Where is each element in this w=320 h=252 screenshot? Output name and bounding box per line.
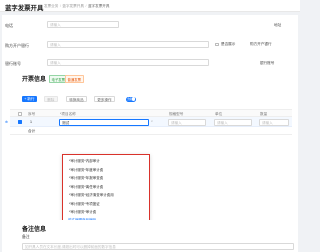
right-account-label: 银行账号 (260, 61, 275, 65)
page-title: 蓝字发票开具 (5, 5, 44, 12)
phone-input[interactable]: 请输入 (47, 21, 119, 28)
bank-account-label: 银行账号 (5, 61, 21, 66)
item-name-input[interactable]: 测试 (59, 118, 149, 126)
breadcrumb: 发票业务 / 蓝字发票开具 / 蓝字发票开具 (44, 4, 110, 9)
remark-card: 备注信息 备注 如开具人员在文本长度,请超出时可以删掉前面的数字信息 (2, 220, 298, 252)
tag-ordinary: 普通发票 (65, 75, 84, 84)
spec-input[interactable]: 请输入 (168, 118, 206, 126)
toggle-knob (131, 97, 136, 102)
dropdown-option[interactable]: *审计服务*年报审查费 (69, 176, 103, 181)
bank-account-input[interactable]: 请输入 (47, 59, 209, 66)
add-row-button[interactable]: + 新行 (22, 96, 37, 103)
qty-input[interactable]: 请输入 (259, 118, 289, 126)
more-actions-button[interactable]: 更多操作 (94, 96, 115, 103)
table-header: 序号 *项目名称 规格型号 单位 数量 (10, 109, 292, 117)
row-expand-icon[interactable]: ⊕ (5, 120, 8, 124)
remark-section-title: 备注信息 (22, 227, 47, 233)
breadcrumb-item-2[interactable]: 蓝字发票开具 (62, 4, 84, 8)
show-checkbox[interactable] (215, 42, 219, 47)
show-label: 是否展示 (221, 42, 236, 46)
dropdown-option[interactable]: *审计服务*专项鉴证 (69, 202, 100, 207)
dropdown-option[interactable]: *审计服务*审计费 (69, 210, 96, 215)
bank-input[interactable]: 请输入 (47, 41, 209, 48)
delete-rows-button[interactable]: 删除 (44, 96, 58, 103)
dropdown-option[interactable]: *审计服务*内部审计 (69, 159, 100, 164)
remark-label: 备注 (22, 235, 30, 239)
convert-goods-button[interactable]: 转换商品 (66, 96, 87, 103)
dropdown-option[interactable]: *审计服务*年度审计费 (69, 168, 103, 173)
buyer-info-card: 电话 请输入 购方开户银行 请输入 是否展示 购方开户银行 银行账号 请输入 银… (2, 15, 298, 76)
invoice-lines-card: 开票信息 电子发票 普通发票 + 新行 删除 转换商品 更多操作 含税 序号 *… (2, 71, 298, 234)
phone-label: 电话 (5, 23, 13, 28)
bank-label: 购方开户银行 (5, 43, 29, 48)
lines-section-title: 开票信息 (22, 77, 47, 83)
breadcrumb-item-current: 蓝字发票开具 (87, 4, 110, 9)
right-address-label: 地址 (274, 23, 282, 27)
remark-input[interactable]: 如开具人员在文本长度,请超出时可以删掉前面的数字信息 (22, 243, 294, 250)
breadcrumb-item-1[interactable]: 发票业务 (44, 4, 58, 8)
tax-included-toggle[interactable]: 含税 (126, 96, 136, 102)
table-total-row: 合计 (10, 127, 292, 135)
item-name-dropdown: *审计服务*内部审计 *审计服务*年度审计费 *审计服务*年报审查费 *审计服务… (62, 154, 150, 224)
dropdown-option[interactable]: *审计服务*离任审计费 (69, 185, 103, 190)
row-index: 1 (30, 120, 32, 124)
unit-input[interactable]: 请输入 (214, 118, 252, 126)
total-label: 合计 (28, 129, 36, 133)
dropdown-option[interactable]: *审计服务*经济清查审计费用 (69, 193, 114, 198)
top-bar: 蓝字发票开具 发票业务 / 蓝字发票开具 / 蓝字发票开具 (0, 0, 300, 12)
select-all-checkbox[interactable] (18, 112, 22, 116)
row-checkbox[interactable] (18, 120, 22, 124)
table-row: ⊕ 1 测试 ⌕ 请输入 请输入 请输入 (5, 117, 292, 127)
right-bank-label: 购方开户银行 (250, 42, 272, 46)
item-search-icon[interactable]: ⌕ (151, 119, 153, 123)
